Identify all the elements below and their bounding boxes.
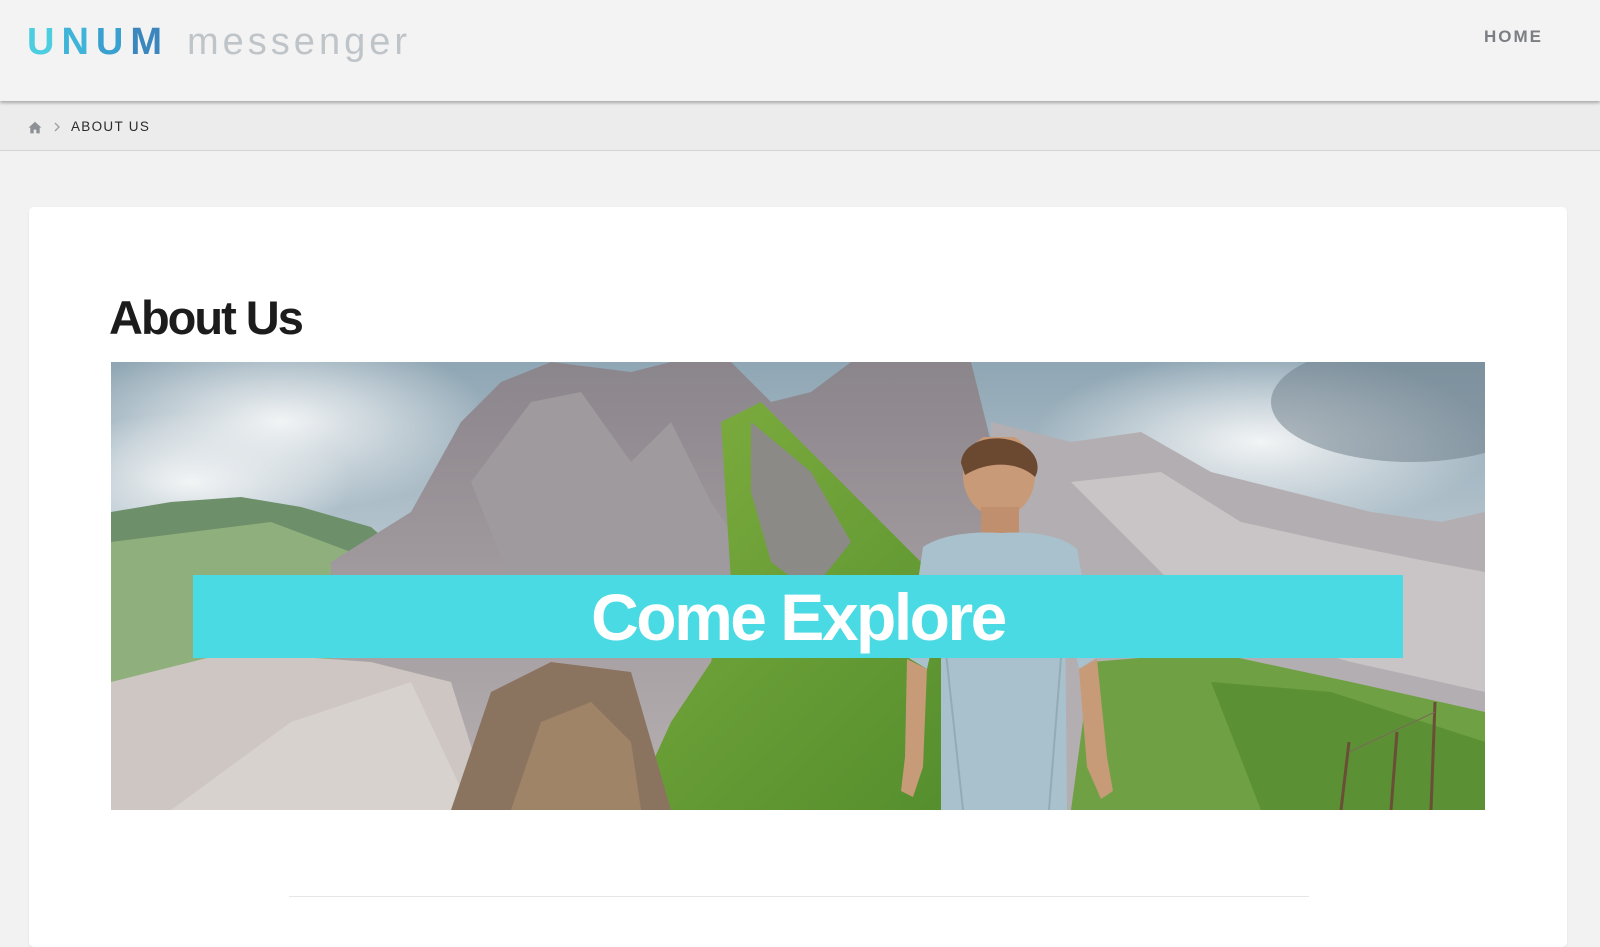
hero-image: Come Explore xyxy=(111,362,1485,810)
hero-banner-text: Come Explore xyxy=(591,579,1007,654)
main-nav: HOME xyxy=(1484,26,1543,48)
chevron-right-icon xyxy=(54,122,60,132)
breadcrumb-current: ABOUT US xyxy=(71,119,151,134)
page-title: About Us xyxy=(109,291,304,344)
home-icon[interactable] xyxy=(28,121,42,134)
breadcrumb: ABOUT US xyxy=(28,117,150,137)
nav-link-home[interactable]: HOME xyxy=(1484,26,1543,48)
brand-letter: U xyxy=(27,21,62,63)
hero-banner: Come Explore xyxy=(193,575,1403,658)
content-divider xyxy=(289,896,1309,897)
breadcrumb-bar: ABOUT US xyxy=(0,101,1600,151)
brand-logo[interactable]: UNUM messenger xyxy=(27,18,411,66)
brand-tagline: messenger xyxy=(187,21,411,63)
brand-letter: M xyxy=(130,21,170,63)
content-card: About Us Come Explore xyxy=(29,207,1567,947)
brand-name: UNUM xyxy=(27,18,169,66)
site-header: UNUM messenger HOME xyxy=(0,0,1600,101)
brand-letter: N xyxy=(61,21,96,63)
brand-letter: U xyxy=(95,21,131,63)
